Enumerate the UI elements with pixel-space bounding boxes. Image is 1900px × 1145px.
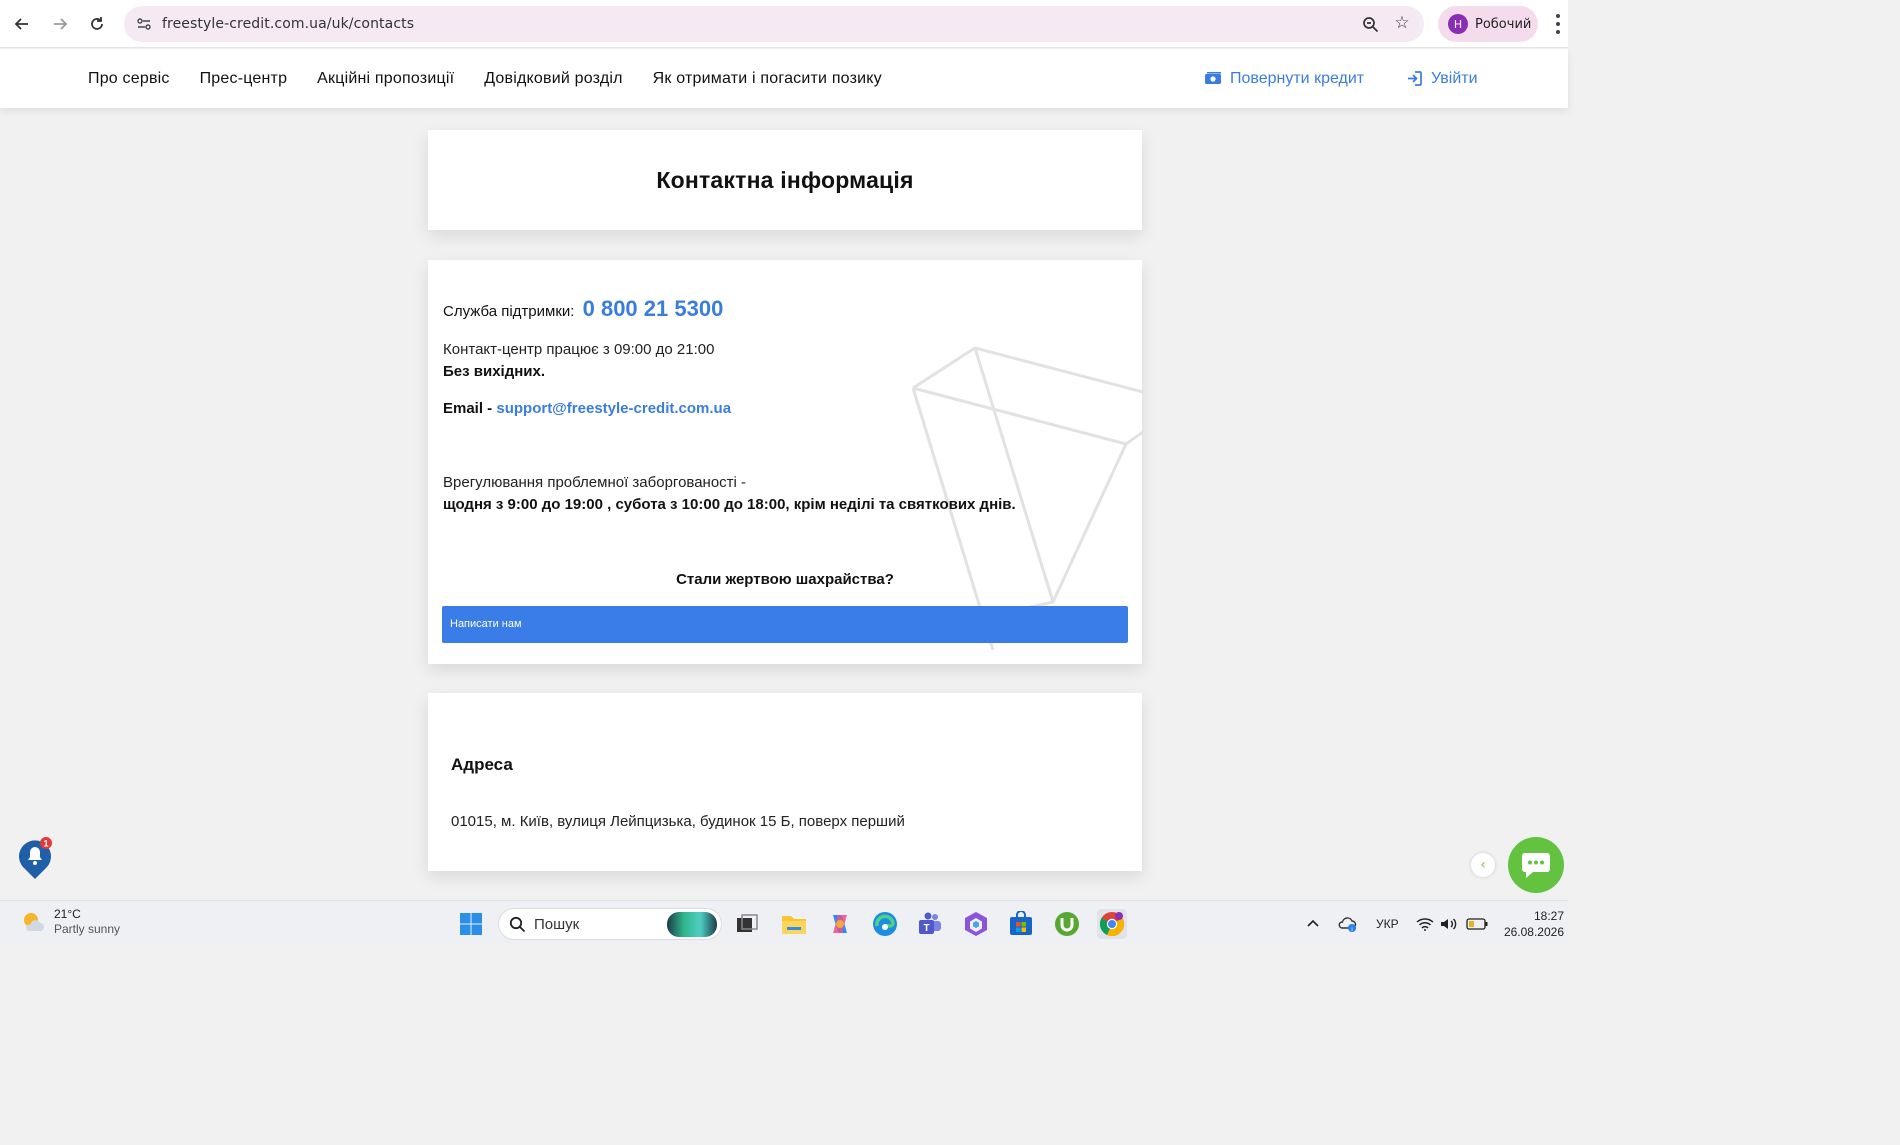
fraud-question: Стали жертвою шахрайства? bbox=[676, 571, 894, 588]
nav-how-to-get-loan[interactable]: Як отримати і погасити позику bbox=[653, 70, 882, 88]
battery-icon[interactable] bbox=[1466, 901, 1488, 946]
page-title: Контактна інформація bbox=[656, 166, 914, 193]
address-card: Адреса 01015, м. Київ, вулиця Лейпцизька… bbox=[428, 693, 1142, 871]
address-text: 01015, м. Київ, вулиця Лейпцизька, будин… bbox=[451, 813, 905, 830]
weather-widget[interactable]: 21°C Partly sunny bbox=[20, 907, 120, 937]
bell-icon: 1 bbox=[19, 837, 52, 879]
chrome-icon[interactable] bbox=[1097, 909, 1127, 939]
support-phone-link[interactable]: 0 800 21 5300 bbox=[583, 296, 724, 321]
nav-press-center[interactable]: Прес-центр bbox=[200, 70, 288, 88]
no-weekends-note: Без вихідних. bbox=[443, 363, 546, 380]
start-windows-icon[interactable] bbox=[456, 909, 486, 939]
m365-app-icon[interactable] bbox=[961, 909, 991, 939]
svg-text:i: i bbox=[1351, 927, 1352, 933]
login-label: Увійти bbox=[1431, 69, 1478, 87]
microsoft-store-icon[interactable] bbox=[1006, 909, 1036, 939]
login-icon bbox=[1406, 70, 1423, 87]
chat-collapse-icon[interactable]: ‹ bbox=[1471, 853, 1495, 877]
main-nav: Про сервіс Прес-центр Акційні пропозиції… bbox=[88, 49, 912, 108]
login-link[interactable]: Увійти bbox=[1406, 49, 1478, 108]
taskbar: 21°C Partly sunny Пошук T i УКР 18:27 26… bbox=[0, 900, 1568, 945]
weather-temperature: 21°C bbox=[54, 907, 81, 921]
address-title: Адреса bbox=[451, 755, 513, 774]
write-to-us-button[interactable]: Написати нам bbox=[442, 606, 1128, 643]
contact-hours: Контакт-центр працює з 09:00 до 21:00 bbox=[443, 341, 715, 358]
teams-icon[interactable]: T bbox=[915, 909, 945, 939]
avatar: Н bbox=[1448, 14, 1468, 34]
envelope-decoration-icon bbox=[911, 346, 1142, 650]
svg-text:T: T bbox=[923, 923, 929, 934]
nav-about[interactable]: Про сервіс bbox=[88, 70, 170, 88]
clock-time: 18:27 bbox=[1533, 909, 1564, 923]
weather-description: Partly sunny bbox=[54, 922, 121, 936]
search-placeholder: Пошук bbox=[534, 915, 580, 933]
email-label: Email - bbox=[443, 400, 493, 417]
onedrive-status-icon[interactable]: i bbox=[1338, 901, 1358, 946]
url-text[interactable]: freestyle-credit.com.ua/uk/contacts bbox=[162, 16, 414, 32]
debt-settlement-label: Врегулювання проблемної заборгованості - bbox=[443, 474, 747, 491]
contacts-card: Служба підтримки: 0 800 21 5300 Контакт-… bbox=[428, 260, 1142, 664]
nav-help[interactable]: Довідковий розділ bbox=[484, 70, 622, 88]
volume-icon[interactable] bbox=[1440, 901, 1458, 946]
wifi-icon[interactable] bbox=[1416, 901, 1434, 946]
repay-credit-link[interactable]: Повернути кредит bbox=[1204, 49, 1364, 108]
support-line: Служба підтримки: 0 800 21 5300 bbox=[443, 296, 723, 322]
copilot-icon[interactable] bbox=[825, 909, 855, 939]
repay-credit-label: Повернути кредит bbox=[1230, 69, 1365, 87]
partly-sunny-icon bbox=[24, 913, 44, 931]
support-label: Служба підтримки: bbox=[443, 303, 575, 320]
site-header: Про сервіс Прес-центр Акційні пропозиції… bbox=[0, 49, 1568, 108]
zoom-icon[interactable] bbox=[1360, 14, 1380, 34]
title-card: Контактна інформація bbox=[428, 130, 1142, 230]
profile-name: Робочий bbox=[1475, 16, 1532, 32]
email-line: Email - support@freestyle-credit.com.ua bbox=[443, 400, 731, 417]
money-icon bbox=[1204, 71, 1222, 86]
reload-icon[interactable] bbox=[85, 12, 109, 36]
profile-button[interactable]: Н Робочий bbox=[1438, 6, 1538, 42]
chat-button[interactable] bbox=[1508, 837, 1564, 893]
bell-count-badge: 1 bbox=[43, 839, 48, 849]
back-icon[interactable] bbox=[10, 12, 34, 36]
browser-toolbar: freestyle-credit.com.ua/uk/contacts ☆ Н … bbox=[0, 0, 1568, 48]
search-highlight-image bbox=[667, 912, 717, 937]
taskbar-clock[interactable]: 18:27 26.08.2026 bbox=[1504, 908, 1564, 940]
show-hidden-icons[interactable] bbox=[1306, 901, 1320, 946]
taskbar-search-input[interactable]: Пошук bbox=[498, 908, 722, 940]
site-info-icon[interactable] bbox=[134, 14, 154, 34]
task-view-icon[interactable] bbox=[732, 909, 762, 939]
debt-settlement-hours: щодня з 9:00 до 19:00 , субота з 10:00 д… bbox=[443, 496, 1016, 513]
support-email-link[interactable]: support@freestyle-credit.com.ua bbox=[496, 400, 731, 417]
input-language[interactable]: УКР bbox=[1376, 901, 1399, 946]
browser-menu-icon[interactable] bbox=[1552, 14, 1564, 34]
edge-browser-icon[interactable] bbox=[870, 909, 900, 939]
forward-icon[interactable] bbox=[48, 12, 72, 36]
clock-date: 26.08.2026 bbox=[1503, 925, 1564, 939]
utorrent-icon[interactable] bbox=[1052, 909, 1082, 939]
search-icon bbox=[509, 916, 526, 932]
write-to-us-label: Написати нам bbox=[450, 618, 522, 630]
bookmark-star-icon[interactable]: ☆ bbox=[1392, 13, 1412, 33]
chat-icon bbox=[1522, 853, 1550, 878]
nav-promotions[interactable]: Акційні пропозиції bbox=[317, 70, 454, 88]
address-bar[interactable]: freestyle-credit.com.ua/uk/contacts ☆ bbox=[124, 6, 1424, 42]
notification-bell-widget[interactable]: 1 bbox=[17, 836, 53, 880]
file-explorer-icon[interactable] bbox=[779, 909, 809, 939]
